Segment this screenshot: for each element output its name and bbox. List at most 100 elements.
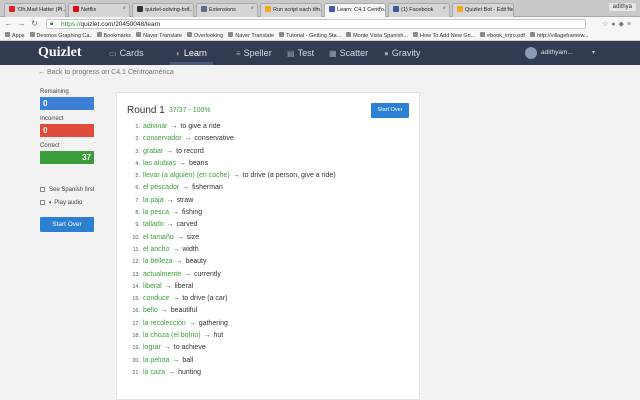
browser-tab[interactable]: Quizlet Bot - Edit Ite... × bbox=[452, 3, 514, 17]
start-over-button[interactable]: Start Over bbox=[371, 103, 409, 118]
bookmark-item[interactable]: Naver Translate bbox=[228, 31, 274, 40]
user-name[interactable]: adithyam... bbox=[541, 49, 573, 56]
right-arrow-icon: → bbox=[170, 209, 181, 217]
bookmark-item[interactable]: Bookmarks bbox=[96, 31, 131, 40]
remaining-count: 0 bbox=[40, 97, 94, 110]
term-word: lograr bbox=[143, 344, 161, 352]
tab-gravity[interactable]: ● Gravity bbox=[378, 41, 426, 65]
term-definition: gathering bbox=[198, 319, 228, 327]
term-number: 14. bbox=[132, 283, 140, 290]
bookmark-item[interactable]: Apps bbox=[5, 31, 25, 40]
bookmark-item[interactable]: Overlooking bbox=[186, 31, 223, 40]
forward-arrow-icon[interactable]: → bbox=[17, 19, 26, 28]
tab-title: (1) Facebook bbox=[401, 7, 434, 13]
tab-test[interactable]: ▤ Test bbox=[281, 41, 320, 65]
tab-favicon-icon bbox=[329, 6, 335, 12]
chevron-down-icon[interactable]: ▾ bbox=[592, 49, 595, 56]
close-icon[interactable]: × bbox=[58, 6, 62, 12]
bookmark-item[interactable]: Monte Vista Spanish... bbox=[346, 31, 409, 40]
right-arrow-icon: → bbox=[161, 344, 173, 352]
close-icon[interactable]: × bbox=[506, 6, 510, 12]
right-arrow-icon: → bbox=[158, 307, 170, 315]
right-arrow-icon: → bbox=[164, 147, 176, 155]
tab-cards[interactable]: ▭ Cards bbox=[103, 41, 150, 65]
term-list: 1. adivinar → to give a ride 2. conservador… bbox=[127, 121, 336, 379]
bookmark-icon bbox=[279, 32, 285, 37]
checkbox-icon[interactable] bbox=[40, 200, 45, 205]
speaker-icon: 🔈︎ bbox=[49, 200, 53, 206]
tab-speller[interactable]: ≡ Speller bbox=[230, 41, 278, 65]
tab-scatter[interactable]: ▦ Scatter bbox=[323, 41, 374, 65]
bookmark-label: ebook_intro.pdf bbox=[487, 33, 525, 39]
gravity-icon: ● bbox=[384, 49, 389, 58]
play-audio-option[interactable]: 🔈︎ Play audio bbox=[40, 200, 82, 207]
address-bar[interactable]: 🔒︎ https://quizlet.com/20450048/learn bbox=[46, 19, 586, 29]
user-avatar[interactable] bbox=[525, 47, 537, 59]
tab-label: Gravity bbox=[391, 48, 421, 58]
browser-tab[interactable]: Extensions × bbox=[196, 3, 258, 17]
bookmark-item[interactable]: How To Add New Gri... bbox=[413, 31, 476, 40]
term-row: 12. la belleza → beauty bbox=[127, 256, 336, 268]
browser-tab[interactable]: (1) Facebook × bbox=[388, 3, 450, 17]
close-icon[interactable]: × bbox=[250, 6, 254, 12]
term-word: la pesca bbox=[143, 209, 170, 217]
back-to-progress-link[interactable]: ← Back to progress on C4.1 Centroamérica bbox=[38, 69, 174, 76]
close-icon[interactable]: × bbox=[122, 6, 126, 12]
browser-tab[interactable]: Run script each tim... × bbox=[260, 3, 322, 17]
quizlet-logo[interactable]: Quizlet bbox=[38, 45, 82, 61]
close-icon[interactable]: × bbox=[378, 6, 382, 12]
term-row: 20. la pelota → ball bbox=[127, 355, 336, 367]
bookmark-item[interactable]: Tutorial - Getting Sta... bbox=[279, 31, 341, 40]
term-number: 13. bbox=[132, 271, 140, 278]
close-icon[interactable]: × bbox=[442, 6, 446, 12]
bookmark-item[interactable]: http://villageframew... bbox=[529, 31, 589, 40]
browser-tab-bar: adithya 'Oh,Mad Hatter (Pi... × Netflix × qu… bbox=[0, 0, 640, 17]
remaining-label: Remaining bbox=[40, 89, 69, 95]
bookmark-item[interactable]: ebook_intro.pdf bbox=[480, 31, 525, 40]
term-row: 14. liberal → liberal bbox=[127, 281, 336, 293]
see-spanish-first-option[interactable]: See Spanish first bbox=[40, 187, 94, 193]
right-arrow-icon: → bbox=[180, 184, 192, 192]
back-arrow-icon[interactable]: ← bbox=[4, 19, 13, 28]
browser-tab[interactable]: 'Oh,Mad Hatter (Pi... × bbox=[4, 3, 66, 17]
term-row: 9. tallado → carved bbox=[127, 219, 336, 231]
browser-tab[interactable]: Learn: C4.1 Centro... × bbox=[324, 3, 386, 17]
term-row: 11. el ancho → width bbox=[127, 244, 336, 256]
reload-icon[interactable]: ↻ bbox=[30, 19, 39, 28]
browser-tab[interactable]: Netflix × bbox=[68, 3, 130, 17]
sidebar-start-over-button[interactable]: Start Over bbox=[40, 217, 94, 232]
tab-learn[interactable]: ◐ Learn bbox=[170, 41, 213, 65]
checkbox-icon[interactable] bbox=[40, 187, 45, 192]
term-row: 5. llevar (a alguien) (en coche) → to dri… bbox=[127, 170, 335, 182]
quizlet-header: Quizlet ▭ Cards ◐ Learn ≡ Speller ▤ Test ▦ Scatte… bbox=[0, 41, 640, 65]
window-user-badge[interactable]: adithya bbox=[608, 3, 636, 11]
browser-tab[interactable]: quizlet-solving-bot... × bbox=[132, 3, 194, 17]
term-definition: to give a ride bbox=[180, 123, 221, 130]
term-word: bello bbox=[143, 307, 158, 315]
tab-label: Learn bbox=[183, 48, 207, 58]
close-icon[interactable]: × bbox=[314, 6, 318, 12]
right-arrow-icon: → bbox=[201, 332, 213, 340]
term-definition: beautiful bbox=[170, 307, 198, 315]
bookmark-icon bbox=[5, 32, 10, 37]
bookmark-label: How To Add New Gri... bbox=[420, 33, 476, 39]
term-definition: currently bbox=[194, 270, 221, 278]
term-number: 12. bbox=[132, 259, 140, 266]
term-word: las alubias bbox=[143, 159, 177, 167]
right-arrow-icon: → bbox=[173, 258, 185, 266]
bookmark-item[interactable]: Naver Translate bbox=[136, 31, 182, 40]
bookmark-label: Monte Vista Spanish... bbox=[353, 33, 409, 39]
bookmark-item[interactable]: Desmos Graphing Ca... bbox=[29, 31, 92, 40]
bookmark-label: http://villageframew... bbox=[536, 33, 589, 39]
browser-toolbar: ← → ↻ 🔒︎ https://quizlet.com/20450048/le… bbox=[0, 17, 640, 31]
test-icon: ▤ bbox=[287, 49, 295, 58]
term-word: el pescador bbox=[143, 184, 180, 192]
right-arrow-icon: → bbox=[164, 196, 176, 204]
round-score: 37/37 - 100% bbox=[169, 107, 211, 114]
tab-label: Scatter bbox=[339, 48, 369, 58]
term-definition: to drive (a car) bbox=[182, 295, 228, 303]
extension-icons[interactable]: ☆●◆≡ bbox=[602, 20, 634, 28]
close-icon[interactable]: × bbox=[186, 6, 190, 12]
round-title: Round 1 bbox=[127, 105, 165, 116]
bookmark-icon bbox=[480, 32, 486, 37]
